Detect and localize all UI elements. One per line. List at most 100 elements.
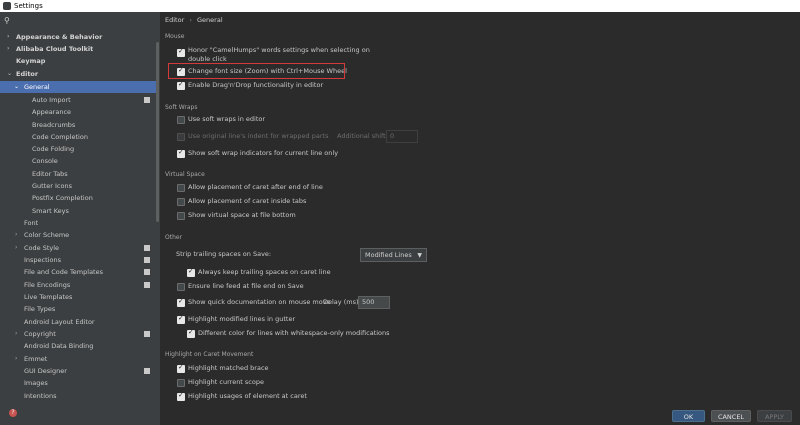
- project-scope-icon: [144, 282, 150, 288]
- soft-wraps-label: Use soft wraps in editor: [188, 115, 266, 123]
- current-scope-label: Highlight current scope: [188, 378, 264, 386]
- strip-trailing-select[interactable]: Modified Lines ▼: [360, 248, 427, 262]
- sidebar-item-editor-tabs[interactable]: Editor Tabs: [0, 168, 156, 180]
- sidebar-item-code-folding[interactable]: Code Folding: [0, 143, 156, 155]
- sidebar-item-smart-keys[interactable]: Smart Keys: [0, 205, 156, 217]
- settings-sidebar: ⚲ › Appearance & Behavior › Alibaba Clou…: [0, 12, 160, 425]
- sidebar-item-alibaba-cloud[interactable]: › Alibaba Cloud Toolkit: [0, 43, 156, 55]
- window-title: Settings: [14, 2, 43, 10]
- sidebar-item-label: GUI Designer: [24, 367, 67, 375]
- drag-drop-checkbox[interactable]: [177, 80, 185, 90]
- breadcrumb-editor[interactable]: Editor: [165, 16, 184, 24]
- sidebar-item-breadcrumbs[interactable]: Breadcrumbs: [0, 119, 156, 131]
- sidebar-item-file-types[interactable]: File Types: [0, 303, 156, 315]
- soft-wraps-checkbox[interactable]: [177, 116, 185, 124]
- sidebar-scrollbar[interactable]: [156, 42, 159, 222]
- app-icon: [3, 2, 11, 10]
- caret-inside-tabs-label: Allow placement of caret inside tabs: [188, 197, 307, 205]
- keep-trailing-checkbox[interactable]: [187, 267, 195, 277]
- sidebar-item-gutter-icons[interactable]: Gutter Icons: [0, 180, 156, 192]
- sidebar-item-label: Smart Keys: [32, 207, 69, 215]
- sidebar-item-label: Postfix Completion: [32, 194, 93, 202]
- sidebar-item-intentions[interactable]: Intentions: [0, 390, 156, 402]
- delay-label: Delay (ms):: [323, 298, 361, 306]
- help-icon[interactable]: ?: [9, 409, 17, 417]
- whitespace-color-checkbox[interactable]: [187, 328, 195, 338]
- sidebar-item-appearance-behavior[interactable]: › Appearance & Behavior: [0, 31, 156, 43]
- sidebar-item-label: File and Code Templates: [24, 268, 103, 276]
- soft-wrap-indicators-label: Show soft wrap indicators for current li…: [188, 149, 339, 157]
- current-scope-checkbox[interactable]: [177, 379, 185, 387]
- sidebar-item-live-templates[interactable]: Live Templates: [0, 291, 156, 303]
- camelhumps-checkbox[interactable]: [177, 47, 185, 57]
- sidebar-item-copyright[interactable]: › Copyright: [0, 328, 156, 340]
- caret-inside-tabs-checkbox[interactable]: [177, 198, 185, 206]
- sidebar-item-label: Live Templates: [24, 293, 73, 301]
- sidebar-item-code-style[interactable]: › Code Style: [0, 242, 156, 254]
- sidebar-item-label: Breadcrumbs: [32, 121, 76, 129]
- sidebar-item-code-completion[interactable]: Code Completion: [0, 131, 156, 143]
- sidebar-item-file-encodings[interactable]: File Encodings: [0, 279, 156, 291]
- section-title: Other: [165, 234, 183, 241]
- sidebar-item-keymap[interactable]: Keymap: [0, 55, 156, 67]
- additional-shift-field[interactable]: 0: [386, 130, 418, 143]
- breadcrumb-general: General: [197, 16, 223, 24]
- cancel-button[interactable]: CANCEL: [711, 410, 751, 422]
- ensure-lf-checkbox[interactable]: [177, 283, 185, 291]
- section-title: Highlight on Caret Movement: [165, 351, 254, 358]
- camelhumps-label: Honor "CamelHumps" words settings when s…: [188, 46, 370, 63]
- sidebar-item-label: Intentions: [24, 392, 57, 400]
- strip-trailing-label: Strip trailing spaces on Save:: [176, 250, 272, 258]
- section-soft-wraps: Soft Wraps: [165, 104, 198, 111]
- strip-trailing-value: Modified Lines: [365, 251, 412, 259]
- sidebar-item-file-code-templates[interactable]: File and Code Templates: [0, 266, 156, 278]
- project-scope-icon: [144, 97, 150, 103]
- quick-doc-checkbox[interactable]: [177, 297, 185, 307]
- sidebar-item-console[interactable]: Console: [0, 155, 156, 167]
- sidebar-item-appearance[interactable]: Appearance: [0, 106, 156, 118]
- caret-after-end-checkbox[interactable]: [177, 184, 185, 192]
- highlight-modified-checkbox[interactable]: [177, 314, 185, 324]
- dialog-footer: OK CANCEL APPLY: [160, 404, 800, 425]
- sidebar-item-label: Gutter Icons: [32, 182, 72, 190]
- sidebar-item-font[interactable]: Font: [0, 217, 156, 229]
- chevron-right-icon: ›: [15, 244, 18, 251]
- sidebar-item-auto-import[interactable]: Auto Import: [0, 94, 156, 106]
- sidebar-item-label: Android Data Binding: [24, 342, 94, 350]
- apply-button[interactable]: APPLY: [757, 410, 792, 422]
- sidebar-item-color-scheme[interactable]: › Color Scheme: [0, 229, 156, 241]
- sidebar-item-emmet[interactable]: › Emmet: [0, 353, 156, 365]
- annotation-highlight-box: [168, 63, 345, 79]
- sidebar-item-label: File Types: [24, 305, 56, 313]
- chevron-right-icon: ›: [15, 355, 18, 362]
- sidebar-item-postfix-completion[interactable]: Postfix Completion: [0, 192, 156, 204]
- delay-field[interactable]: 500: [358, 296, 390, 309]
- sidebar-item-label: Appearance: [32, 108, 72, 116]
- search-field[interactable]: ⚲: [2, 14, 156, 28]
- project-scope-icon: [144, 257, 150, 263]
- project-scope-icon: [144, 331, 150, 337]
- sidebar-item-editor[interactable]: ⌄ Editor: [0, 68, 156, 80]
- sidebar-item-label: Appearance & Behavior: [16, 33, 103, 41]
- sidebar-item-images[interactable]: Images: [0, 377, 156, 389]
- soft-wrap-indicators-checkbox[interactable]: [177, 148, 185, 158]
- breadcrumb-separator: ›: [189, 16, 192, 24]
- sidebar-item-android-data-binding[interactable]: Android Data Binding: [0, 340, 156, 352]
- sidebar-item-gui-designer[interactable]: GUI Designer: [0, 365, 156, 377]
- project-scope-icon: [144, 368, 150, 374]
- chevron-right-icon: ›: [15, 231, 18, 238]
- quick-doc-label: Show quick documentation on mouse move: [188, 298, 331, 306]
- sidebar-item-inspections[interactable]: Inspections: [0, 254, 156, 266]
- matched-brace-checkbox[interactable]: [177, 363, 185, 373]
- sidebar-item-general[interactable]: ⌄ General: [0, 81, 156, 93]
- usages-checkbox[interactable]: [177, 391, 185, 401]
- virtual-space-bottom-checkbox[interactable]: [177, 212, 185, 220]
- original-indent-checkbox[interactable]: [177, 133, 185, 141]
- sidebar-item-android-layout-editor[interactable]: Android Layout Editor: [0, 316, 156, 328]
- additional-shift-label: Additional shift:: [337, 132, 388, 140]
- chevron-right-icon: ›: [7, 33, 10, 40]
- ensure-lf-label: Ensure line feed at file end on Save: [188, 282, 304, 290]
- sidebar-item-label: Code Folding: [32, 145, 75, 153]
- ok-button[interactable]: OK: [672, 410, 705, 422]
- sidebar-item-label: Alibaba Cloud Toolkit: [16, 45, 94, 53]
